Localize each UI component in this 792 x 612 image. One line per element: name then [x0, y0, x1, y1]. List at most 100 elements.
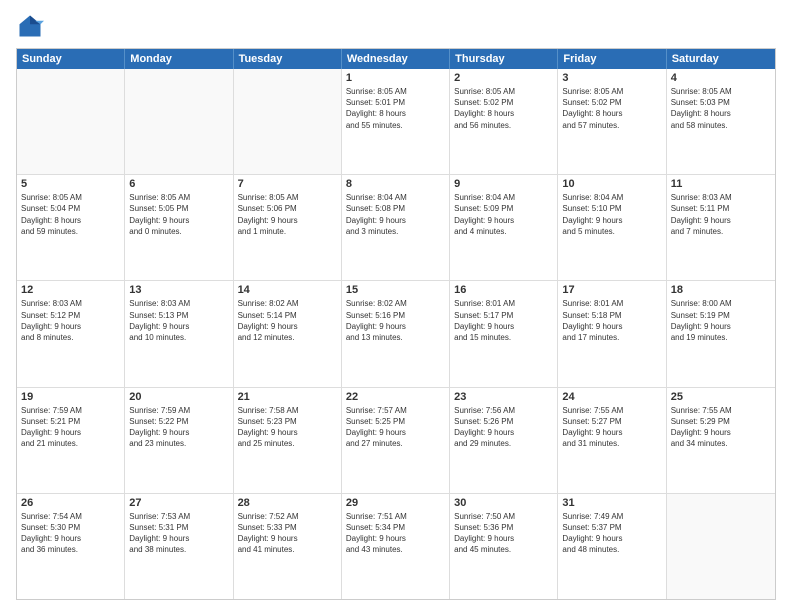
calendar-cell: 14 Sunrise: 8:02 AM Sunset: 5:14 PM Dayli…	[234, 281, 342, 386]
calendar-cell: 15 Sunrise: 8:02 AM Sunset: 5:16 PM Dayli…	[342, 281, 450, 386]
day-info: Sunrise: 7:53 AM Sunset: 5:31 PM Dayligh…	[129, 511, 228, 556]
calendar-week-3: 12 Sunrise: 8:03 AM Sunset: 5:12 PM Dayli…	[17, 281, 775, 387]
day-info: Sunrise: 7:51 AM Sunset: 5:34 PM Dayligh…	[346, 511, 445, 556]
calendar-cell	[125, 69, 233, 174]
header	[16, 12, 776, 40]
day-info: Sunrise: 7:52 AM Sunset: 5:33 PM Dayligh…	[238, 511, 337, 556]
weekday-header-tuesday: Tuesday	[234, 49, 342, 69]
calendar-cell: 28 Sunrise: 7:52 AM Sunset: 5:33 PM Dayli…	[234, 494, 342, 599]
day-info: Sunrise: 8:02 AM Sunset: 5:16 PM Dayligh…	[346, 298, 445, 343]
calendar-week-5: 26 Sunrise: 7:54 AM Sunset: 5:30 PM Dayli…	[17, 494, 775, 599]
weekday-header-wednesday: Wednesday	[342, 49, 450, 69]
day-number: 23	[454, 391, 553, 403]
calendar-cell: 3 Sunrise: 8:05 AM Sunset: 5:02 PM Daylig…	[558, 69, 666, 174]
calendar-week-2: 5 Sunrise: 8:05 AM Sunset: 5:04 PM Daylig…	[17, 175, 775, 281]
day-info: Sunrise: 8:05 AM Sunset: 5:05 PM Dayligh…	[129, 192, 228, 237]
day-number: 9	[454, 178, 553, 190]
day-number: 10	[562, 178, 661, 190]
day-info: Sunrise: 8:00 AM Sunset: 5:19 PM Dayligh…	[671, 298, 771, 343]
day-info: Sunrise: 8:03 AM Sunset: 5:12 PM Dayligh…	[21, 298, 120, 343]
day-info: Sunrise: 8:05 AM Sunset: 5:02 PM Dayligh…	[562, 86, 661, 131]
calendar-cell: 6 Sunrise: 8:05 AM Sunset: 5:05 PM Daylig…	[125, 175, 233, 280]
day-info: Sunrise: 8:05 AM Sunset: 5:03 PM Dayligh…	[671, 86, 771, 131]
day-info: Sunrise: 8:04 AM Sunset: 5:08 PM Dayligh…	[346, 192, 445, 237]
calendar-cell: 29 Sunrise: 7:51 AM Sunset: 5:34 PM Dayli…	[342, 494, 450, 599]
day-info: Sunrise: 7:55 AM Sunset: 5:27 PM Dayligh…	[562, 405, 661, 450]
calendar-cell: 27 Sunrise: 7:53 AM Sunset: 5:31 PM Dayli…	[125, 494, 233, 599]
day-number: 14	[238, 284, 337, 296]
weekday-header-friday: Friday	[558, 49, 666, 69]
calendar-cell: 20 Sunrise: 7:59 AM Sunset: 5:22 PM Dayli…	[125, 388, 233, 493]
day-number: 8	[346, 178, 445, 190]
day-number: 29	[346, 497, 445, 509]
day-info: Sunrise: 7:49 AM Sunset: 5:37 PM Dayligh…	[562, 511, 661, 556]
day-number: 28	[238, 497, 337, 509]
day-number: 26	[21, 497, 120, 509]
day-number: 4	[671, 72, 771, 84]
calendar-header-row: SundayMondayTuesdayWednesdayThursdayFrid…	[17, 49, 775, 69]
calendar: SundayMondayTuesdayWednesdayThursdayFrid…	[16, 48, 776, 600]
day-number: 12	[21, 284, 120, 296]
calendar-cell: 8 Sunrise: 8:04 AM Sunset: 5:08 PM Daylig…	[342, 175, 450, 280]
day-number: 31	[562, 497, 661, 509]
day-number: 13	[129, 284, 228, 296]
day-info: Sunrise: 8:05 AM Sunset: 5:04 PM Dayligh…	[21, 192, 120, 237]
day-number: 7	[238, 178, 337, 190]
day-info: Sunrise: 8:01 AM Sunset: 5:17 PM Dayligh…	[454, 298, 553, 343]
calendar-cell: 11 Sunrise: 8:03 AM Sunset: 5:11 PM Dayli…	[667, 175, 775, 280]
day-number: 1	[346, 72, 445, 84]
calendar-cell: 16Sunrise: 8:01 AM Sunset: 5:17 PM Dayli…	[450, 281, 558, 386]
calendar-cell: 2 Sunrise: 8:05 AM Sunset: 5:02 PM Daylig…	[450, 69, 558, 174]
calendar-week-1: 1 Sunrise: 8:05 AM Sunset: 5:01 PM Daylig…	[17, 69, 775, 175]
calendar-cell: 30Sunrise: 7:50 AM Sunset: 5:36 PM Dayli…	[450, 494, 558, 599]
day-info: Sunrise: 7:58 AM Sunset: 5:23 PM Dayligh…	[238, 405, 337, 450]
day-info: Sunrise: 7:54 AM Sunset: 5:30 PM Dayligh…	[21, 511, 120, 556]
weekday-header-thursday: Thursday	[450, 49, 558, 69]
calendar-cell: 23Sunrise: 7:56 AM Sunset: 5:26 PM Dayli…	[450, 388, 558, 493]
day-info: Sunrise: 8:05 AM Sunset: 5:01 PM Dayligh…	[346, 86, 445, 131]
calendar-cell	[234, 69, 342, 174]
day-number: 19	[21, 391, 120, 403]
calendar-cell: 13 Sunrise: 8:03 AM Sunset: 5:13 PM Dayli…	[125, 281, 233, 386]
calendar-cell: 9Sunrise: 8:04 AM Sunset: 5:09 PM Daylig…	[450, 175, 558, 280]
day-info: Sunrise: 8:05 AM Sunset: 5:06 PM Dayligh…	[238, 192, 337, 237]
calendar-cell: 18 Sunrise: 8:00 AM Sunset: 5:19 PM Dayli…	[667, 281, 775, 386]
day-number: 22	[346, 391, 445, 403]
calendar-cell	[17, 69, 125, 174]
day-info: Sunrise: 7:59 AM Sunset: 5:21 PM Dayligh…	[21, 405, 120, 450]
calendar-cell: 24 Sunrise: 7:55 AM Sunset: 5:27 PM Dayli…	[558, 388, 666, 493]
day-number: 20	[129, 391, 228, 403]
day-number: 18	[671, 284, 771, 296]
day-number: 5	[21, 178, 120, 190]
day-number: 24	[562, 391, 661, 403]
logo	[16, 12, 48, 40]
day-info: Sunrise: 8:02 AM Sunset: 5:14 PM Dayligh…	[238, 298, 337, 343]
day-number: 15	[346, 284, 445, 296]
page: SundayMondayTuesdayWednesdayThursdayFrid…	[0, 0, 792, 612]
calendar-cell	[667, 494, 775, 599]
weekday-header-sunday: Sunday	[17, 49, 125, 69]
logo-icon	[16, 12, 44, 40]
day-info: Sunrise: 8:03 AM Sunset: 5:13 PM Dayligh…	[129, 298, 228, 343]
calendar-cell: 31 Sunrise: 7:49 AM Sunset: 5:37 PM Dayli…	[558, 494, 666, 599]
day-info: Sunrise: 8:05 AM Sunset: 5:02 PM Dayligh…	[454, 86, 553, 131]
day-info: Sunrise: 8:03 AM Sunset: 5:11 PM Dayligh…	[671, 192, 771, 237]
calendar-cell: 22 Sunrise: 7:57 AM Sunset: 5:25 PM Dayli…	[342, 388, 450, 493]
day-info: Sunrise: 7:59 AM Sunset: 5:22 PM Dayligh…	[129, 405, 228, 450]
calendar-cell: 21Sunrise: 7:58 AM Sunset: 5:23 PM Dayli…	[234, 388, 342, 493]
day-number: 30	[454, 497, 553, 509]
day-info: Sunrise: 8:01 AM Sunset: 5:18 PM Dayligh…	[562, 298, 661, 343]
day-info: Sunrise: 7:55 AM Sunset: 5:29 PM Dayligh…	[671, 405, 771, 450]
calendar-cell: 12 Sunrise: 8:03 AM Sunset: 5:12 PM Dayli…	[17, 281, 125, 386]
day-number: 2	[454, 72, 553, 84]
day-number: 25	[671, 391, 771, 403]
day-number: 11	[671, 178, 771, 190]
calendar-cell: 1 Sunrise: 8:05 AM Sunset: 5:01 PM Daylig…	[342, 69, 450, 174]
calendar-cell: 4 Sunrise: 8:05 AM Sunset: 5:03 PM Daylig…	[667, 69, 775, 174]
weekday-header-monday: Monday	[125, 49, 233, 69]
day-number: 3	[562, 72, 661, 84]
day-number: 27	[129, 497, 228, 509]
day-info: Sunrise: 7:57 AM Sunset: 5:25 PM Dayligh…	[346, 405, 445, 450]
day-number: 6	[129, 178, 228, 190]
calendar-cell: 5 Sunrise: 8:05 AM Sunset: 5:04 PM Daylig…	[17, 175, 125, 280]
